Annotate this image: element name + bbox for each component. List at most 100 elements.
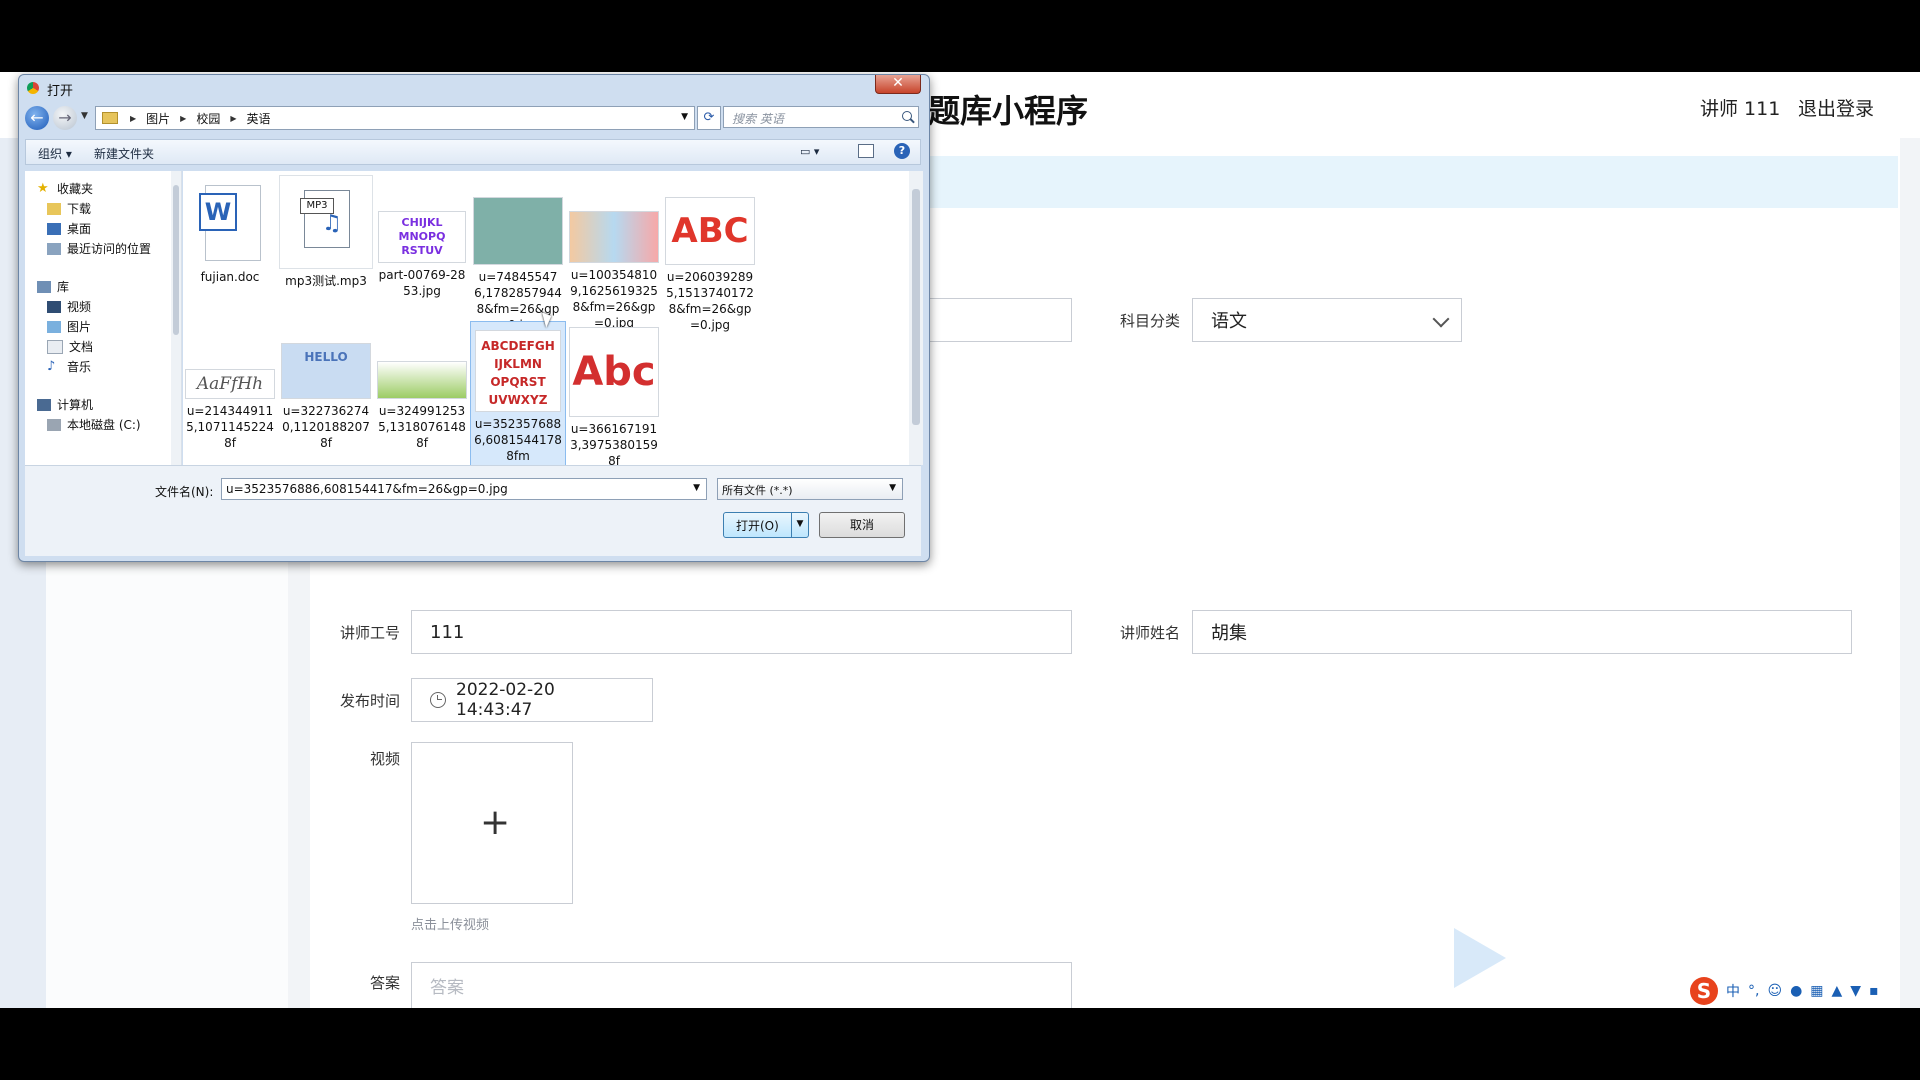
chevron-down-icon[interactable]: ▼	[681, 112, 688, 122]
image-thumbnail: HELLO	[281, 343, 371, 399]
file-item[interactable]: u=748455476,17828579448&fm=26&gp=0.jpg	[471, 197, 565, 333]
file-item[interactable]: MP3 ♫ mp3测试.mp3	[279, 175, 373, 289]
file-item[interactable]: u=3249912535,13180761488f	[375, 361, 469, 451]
keyboard-icon[interactable]: ▦	[1810, 983, 1823, 999]
close-button[interactable]: ✕	[875, 75, 921, 94]
file-item[interactable]: HELLO u=3227362740,11201882078f	[279, 343, 373, 451]
play-watermark-icon	[1454, 928, 1506, 988]
file-item[interactable]: ABC u=2060392895,15137401728&fm=26&gp=0.…	[663, 197, 757, 333]
file-item-selected[interactable]: ABCDEFGH IJKLMN OPQRST UVWXYZ u=35235768…	[470, 321, 566, 465]
clock-icon	[430, 692, 446, 708]
logout-link[interactable]: 退出登录	[1798, 94, 1874, 121]
chevron-down-icon	[1432, 310, 1450, 328]
history-dropdown-icon[interactable]: ▼	[81, 111, 88, 121]
file-item[interactable]: CHIJKL MNOPQ RSTUV part-00769-2853.jpg	[375, 211, 469, 299]
cancel-button[interactable]: 取消	[819, 512, 905, 538]
library-icon	[37, 281, 51, 293]
publish-time-picker[interactable]: 2022-02-20 14:43:47	[411, 678, 653, 722]
teacher-name-field[interactable]: 胡集	[1192, 610, 1852, 654]
filename-value: u=3523576886,608154417&fm=26&gp=0.jpg	[226, 482, 508, 496]
nav-recent[interactable]: 最近访问的位置	[47, 239, 151, 259]
answer-textarea[interactable]: 答案	[411, 962, 1072, 1008]
address-bar[interactable]: ▶ 图片 ▶ 校园 ▶ 英语 ▼	[95, 106, 695, 130]
mic-icon[interactable]: ●	[1790, 983, 1802, 999]
filetype-value: 所有文件 (*.*)	[722, 484, 793, 497]
nav-local-disk[interactable]: 本地磁盘 (C:)	[47, 415, 141, 435]
ime-punct[interactable]: °,	[1748, 983, 1759, 999]
nav-libraries[interactable]: 库	[37, 277, 69, 297]
nav-pictures[interactable]: 图片	[47, 317, 91, 337]
subject-label: 科目分类	[1119, 312, 1180, 330]
search-icon	[902, 111, 912, 121]
image-thumbnail: ABC	[665, 197, 755, 265]
teacher-name-value: 胡集	[1211, 623, 1247, 644]
teacher-id-field[interactable]: 111	[411, 610, 1072, 654]
ime-toolbar[interactable]: S 中 °, ☺ ● ▦ ▲ ▼ ▪	[1690, 976, 1879, 1006]
computer-icon	[37, 399, 51, 411]
plus-icon: +	[480, 802, 511, 843]
nav-computer[interactable]: 计算机	[37, 395, 93, 415]
file-item[interactable]: Abc u=3661671913,39753801598f	[567, 327, 661, 465]
current-user: 讲师 111	[1700, 98, 1781, 120]
nav-downloads[interactable]: 下载	[47, 199, 91, 219]
subject-value: 语文	[1211, 311, 1247, 332]
search-input[interactable]: 搜索 英语	[723, 106, 919, 128]
organize-button[interactable]: 组织 ▾	[38, 145, 72, 162]
dialog-title: 打开	[47, 84, 74, 99]
file-list-scrollbar[interactable]	[909, 171, 923, 465]
folder-icon	[102, 112, 118, 124]
breadcrumb-item[interactable]: 英语	[247, 110, 271, 127]
filetype-select[interactable]: 所有文件 (*.*) ▼	[717, 478, 903, 500]
subject-select[interactable]: 语文	[1192, 298, 1462, 342]
skin-icon[interactable]: ▼	[1850, 983, 1861, 999]
file-item[interactable]: W fujian.doc	[183, 181, 277, 285]
search-placeholder: 搜索 英语	[732, 112, 784, 126]
video-library-icon	[47, 301, 61, 313]
nav-documents[interactable]: 文档	[47, 337, 93, 357]
open-button[interactable]: 打开(O) ▼	[723, 512, 809, 538]
user-icon[interactable]: ▲	[1832, 983, 1843, 999]
image-thumbnail: ABCDEFGH IJKLMN OPQRST UVWXYZ	[475, 330, 561, 412]
teacher-id-label: 讲师工号	[339, 624, 400, 642]
forward-button[interactable]: →	[53, 106, 77, 130]
emoji-icon[interactable]: ☺	[1767, 983, 1782, 999]
command-bar: 组织 ▾ 新建文件夹 ▭ ▾ ?	[25, 139, 921, 165]
file-list-scroll-thumb[interactable]	[912, 189, 920, 425]
chevron-down-icon: ▼	[889, 483, 896, 493]
back-button[interactable]: ←	[25, 106, 49, 130]
nav-music[interactable]: ♪ 音乐	[47, 357, 91, 377]
sogou-logo-icon: S	[1690, 977, 1718, 1005]
new-folder-button[interactable]: 新建文件夹	[94, 145, 154, 162]
filename-label: 文件名(N):	[155, 485, 214, 499]
desktop-icon	[47, 223, 61, 235]
refresh-button[interactable]: ⟳	[697, 106, 721, 130]
file-item[interactable]: AaFfHh u=2143449115,10711452248f	[183, 369, 277, 451]
view-options-icon[interactable]: ▭ ▾	[800, 145, 819, 158]
image-thumbnail	[377, 361, 467, 399]
upload-hint: 点击上传视频	[411, 918, 490, 933]
nav-desktop[interactable]: 桌面	[47, 219, 91, 239]
dialog-titlebar[interactable]: 打开 ✕	[19, 75, 929, 101]
nav-scroll-thumb[interactable]	[173, 185, 179, 335]
breadcrumb-item[interactable]: 校园	[196, 110, 220, 127]
chevron-down-icon[interactable]: ▼	[693, 483, 700, 493]
image-thumbnail: CHIJKL MNOPQ RSTUV	[378, 211, 466, 263]
address-row: ← → ▼ ▶ 图片 ▶ 校园 ▶ 英语 ▼ ⟳ 搜索 英语	[25, 105, 921, 133]
picture-library-icon	[47, 321, 61, 333]
preview-pane-icon[interactable]	[858, 144, 874, 158]
help-icon[interactable]: ?	[894, 143, 910, 159]
nav-videos[interactable]: 视频	[47, 297, 91, 317]
image-thumbnail: Abc	[569, 327, 659, 417]
video-label: 视频	[369, 750, 400, 768]
video-upload-button[interactable]: +	[411, 742, 573, 904]
file-item[interactable]: u=1003548109,16256193258&fm=26&gp=0.jpg	[567, 211, 661, 331]
nav-favorites[interactable]: ★ 收藏夹	[37, 179, 93, 199]
open-split-dropdown-icon[interactable]: ▼	[791, 513, 808, 537]
filename-input[interactable]: u=3523576886,608154417&fm=26&gp=0.jpg ▼	[221, 478, 707, 500]
ime-lang[interactable]: 中	[1726, 981, 1740, 1001]
music-library-icon: ♪	[47, 359, 56, 374]
document-library-icon	[47, 340, 63, 354]
breadcrumb-item[interactable]: 图片	[146, 110, 170, 127]
grid-icon[interactable]: ▪	[1869, 983, 1879, 999]
nav-scrollbar[interactable]	[171, 171, 181, 465]
